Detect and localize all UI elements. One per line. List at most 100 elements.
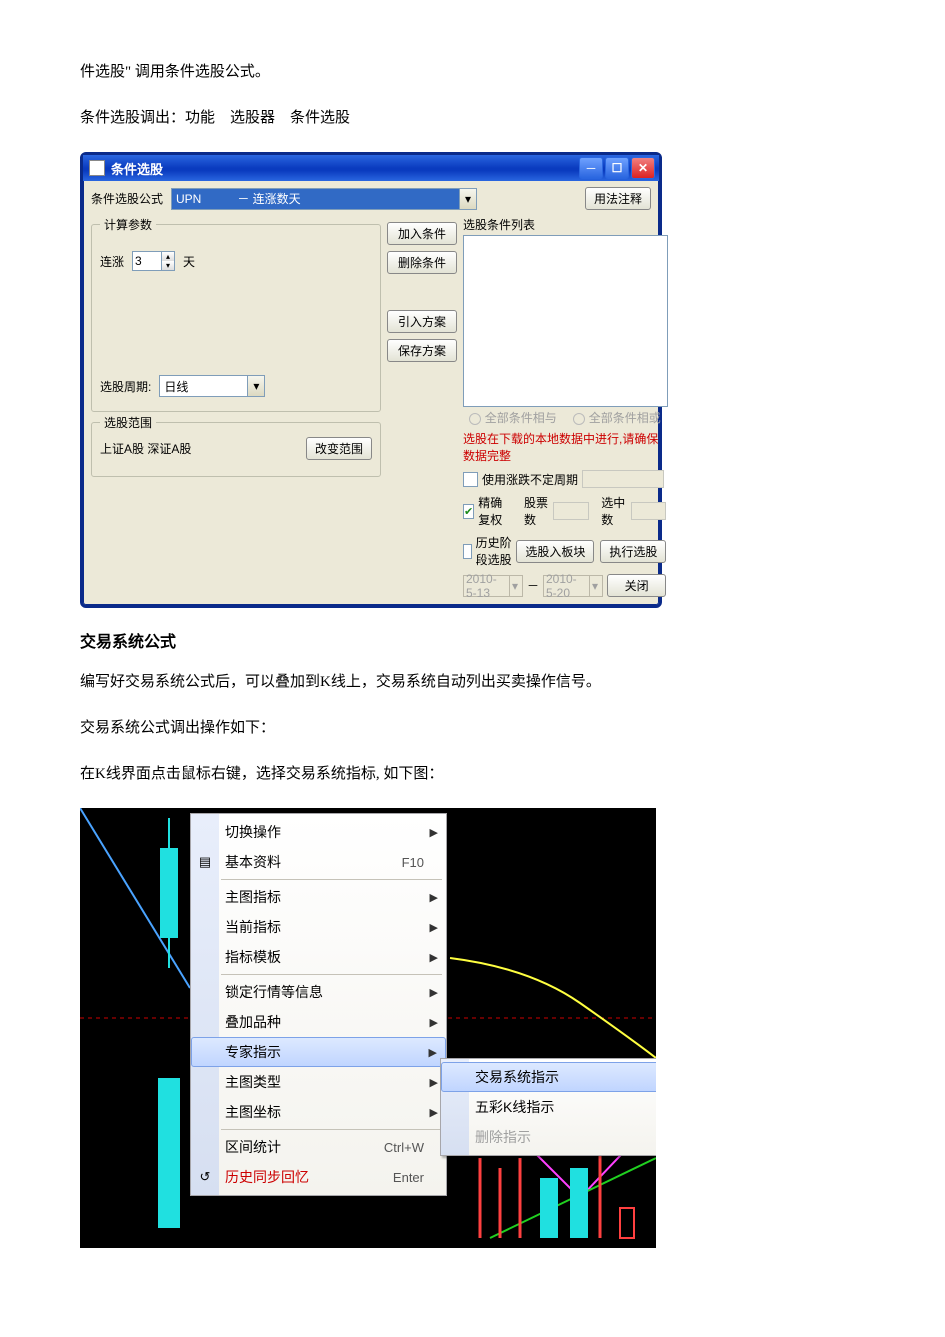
minimize-button[interactable]: ─ bbox=[579, 157, 603, 179]
lianzhang-input[interactable] bbox=[133, 253, 161, 269]
menu-item[interactable]: 叠加品种▶ bbox=[191, 1007, 446, 1037]
formula-value: UPN － 连涨数天 bbox=[176, 190, 301, 207]
date-dash: － bbox=[527, 577, 539, 594]
spin-down-icon[interactable]: ▾ bbox=[162, 261, 174, 270]
irregular-period-label: 使用涨跌不定周期 bbox=[482, 471, 578, 488]
submenu-arrow-icon: ▶ bbox=[430, 1106, 438, 1119]
maximize-button[interactable]: ☐ bbox=[605, 157, 629, 179]
period-select[interactable]: 日线 ▾ bbox=[159, 375, 265, 397]
app-icon bbox=[89, 160, 105, 176]
submenu-item-label: 删除指示 bbox=[475, 1127, 531, 1147]
menu-item[interactable]: 主图指标▶ bbox=[191, 882, 446, 912]
chevron-down-icon[interactable]: ▾ bbox=[459, 189, 476, 209]
menu-item-label: 锁定行情等信息 bbox=[225, 982, 424, 1002]
menu-item-label: 主图坐标 bbox=[225, 1102, 424, 1122]
menu-item[interactable]: 专家指示 ▶ bbox=[191, 1037, 446, 1067]
menu-item[interactable]: 切换操作▶ bbox=[191, 817, 446, 847]
close-button[interactable]: 关闭 bbox=[607, 574, 667, 597]
submenu-item[interactable]: 交易系统指示Ctrl+E bbox=[441, 1062, 656, 1092]
menu-item-label: 主图类型 bbox=[225, 1072, 424, 1092]
menu-item[interactable]: 当前指标▶ bbox=[191, 912, 446, 942]
menu-separator bbox=[221, 974, 442, 975]
chevron-down-icon: ▾ bbox=[589, 576, 600, 596]
menu-shortcut: Enter bbox=[393, 1170, 424, 1185]
list-icon: ▤ bbox=[196, 853, 214, 871]
menu-item[interactable]: 主图坐标 ▶ bbox=[191, 1097, 446, 1127]
submenu-item[interactable]: 五彩K线指示Ctrl+K bbox=[441, 1092, 656, 1122]
submenu-arrow-icon: ▶ bbox=[430, 1076, 438, 1089]
date-to-picker: 2010- 5-20▾ bbox=[543, 575, 603, 597]
stock-range-group: 选股范围 上证A股 深证A股 改变范围 bbox=[91, 422, 381, 477]
menu-item[interactable]: 主图类型 ▶ bbox=[191, 1067, 446, 1097]
submenu-arrow-icon: ▶ bbox=[430, 826, 438, 839]
menu-shortcut: F10 bbox=[402, 855, 424, 870]
date-from-picker: 2010- 5-13▾ bbox=[463, 575, 523, 597]
doc-text: 编写好交易系统公式后，可以叠加到K线上，交易系统自动列出买卖操作信号。 bbox=[80, 670, 865, 694]
usage-notes-button[interactable]: 用法注释 bbox=[585, 187, 651, 210]
selected-count-field bbox=[631, 502, 667, 520]
change-range-button[interactable]: 改变范围 bbox=[306, 437, 372, 460]
close-window-button[interactable]: ✕ bbox=[631, 157, 655, 179]
fuquan-checkbox[interactable]: ✔ bbox=[463, 504, 474, 519]
period-value: 日线 bbox=[164, 378, 188, 395]
submenu-arrow-icon: ▶ bbox=[429, 1046, 437, 1059]
doc-text: 件选股" 调用条件选股公式。 bbox=[80, 60, 865, 84]
submenu-item-label: 交易系统指示 bbox=[475, 1067, 559, 1087]
stock-count-field bbox=[553, 502, 589, 520]
irregular-period-field bbox=[582, 470, 664, 488]
to-block-button[interactable]: 选股入板块 bbox=[516, 540, 594, 563]
menu-item[interactable]: 区间统计Ctrl+W bbox=[191, 1132, 446, 1162]
lianzhang-label: 连涨 bbox=[100, 253, 124, 270]
delete-condition-button[interactable]: 删除条件 bbox=[387, 251, 457, 274]
fuquan-label: 精确复权 bbox=[478, 494, 512, 528]
stock-count-label: 股票数 bbox=[524, 494, 549, 528]
condition-stock-dialog: 条件选股 ─ ☐ ✕ 条件选股公式 UPN － 连涨数天 ▾ 用法注释 bbox=[80, 152, 662, 608]
radio-all-or: 全部条件相或 bbox=[573, 409, 661, 426]
doc-text: 交易系统公式调出操作如下： bbox=[80, 716, 865, 740]
menu-item-label: 基本资料 bbox=[225, 852, 402, 872]
section-heading: 交易系统公式 bbox=[80, 628, 865, 652]
condition-listbox[interactable] bbox=[463, 235, 668, 407]
add-condition-button[interactable]: 加入条件 bbox=[387, 222, 457, 245]
load-scheme-button[interactable]: 引入方案 bbox=[387, 310, 457, 333]
menu-item-label: 指标模板 bbox=[225, 947, 424, 967]
kline-chart[interactable]: 切换操作▶▤基本资料F10主图指标▶当前指标▶指标模板▶锁定行情等信息▶叠加品种… bbox=[80, 808, 656, 1248]
calc-params-legend: 计算参数 bbox=[100, 216, 156, 233]
history-range-checkbox[interactable] bbox=[463, 544, 472, 559]
menu-item-label: 区间统计 bbox=[225, 1137, 384, 1157]
menu-separator bbox=[221, 1129, 442, 1130]
selected-count-label: 选中数 bbox=[601, 494, 626, 528]
hist-icon: ↺ bbox=[196, 1168, 214, 1186]
chevron-down-icon: ▾ bbox=[509, 576, 520, 596]
period-label: 选股周期: bbox=[100, 378, 151, 395]
menu-item-label: 叠加品种 bbox=[225, 1012, 424, 1032]
irregular-period-checkbox[interactable] bbox=[463, 472, 478, 487]
chevron-down-icon[interactable]: ▾ bbox=[247, 376, 264, 396]
doc-text: 条件选股调出：功能 选股器 条件选股 bbox=[80, 106, 865, 130]
expert-submenu[interactable]: 交易系统指示Ctrl+E五彩K线指示Ctrl+K删除指示Ctrl+H bbox=[440, 1058, 656, 1156]
spin-up-icon[interactable]: ▴ bbox=[162, 252, 174, 261]
lianzhang-spinner[interactable]: ▴▾ bbox=[132, 251, 175, 271]
menu-separator bbox=[221, 879, 442, 880]
formula-label: 条件选股公式 bbox=[91, 190, 163, 207]
menu-item[interactable]: 锁定行情等信息▶ bbox=[191, 977, 446, 1007]
context-menu[interactable]: 切换操作▶▤基本资料F10主图指标▶当前指标▶指标模板▶锁定行情等信息▶叠加品种… bbox=[190, 813, 447, 1196]
execute-selection-button[interactable]: 执行选股 bbox=[600, 540, 666, 563]
menu-item-label: 当前指标 bbox=[225, 917, 424, 937]
calc-params-group: 计算参数 连涨 ▴▾ 天 选股周期: 日线 bbox=[91, 224, 381, 412]
submenu-arrow-icon: ▶ bbox=[430, 891, 438, 904]
radio-all-and: 全部条件相与 bbox=[469, 409, 557, 426]
menu-item[interactable]: 指标模板▶ bbox=[191, 942, 446, 972]
menu-item[interactable]: ↺历史同步回忆Enter bbox=[191, 1162, 446, 1192]
window-title: 条件选股 bbox=[111, 159, 163, 178]
menu-item[interactable]: ▤ 基本资料F10 bbox=[191, 847, 446, 877]
lianzhang-unit: 天 bbox=[183, 253, 195, 270]
menu-item-label: 专家指示 bbox=[225, 1042, 423, 1062]
menu-shortcut: Ctrl+W bbox=[384, 1140, 424, 1155]
history-range-label: 历史阶段选股 bbox=[476, 534, 513, 568]
save-scheme-button[interactable]: 保存方案 bbox=[387, 339, 457, 362]
titlebar[interactable]: 条件选股 ─ ☐ ✕ bbox=[83, 155, 659, 181]
formula-combobox[interactable]: UPN － 连涨数天 ▾ bbox=[171, 188, 477, 210]
submenu-item: 删除指示Ctrl+H bbox=[441, 1122, 656, 1152]
range-text: 上证A股 深证A股 bbox=[100, 440, 191, 457]
